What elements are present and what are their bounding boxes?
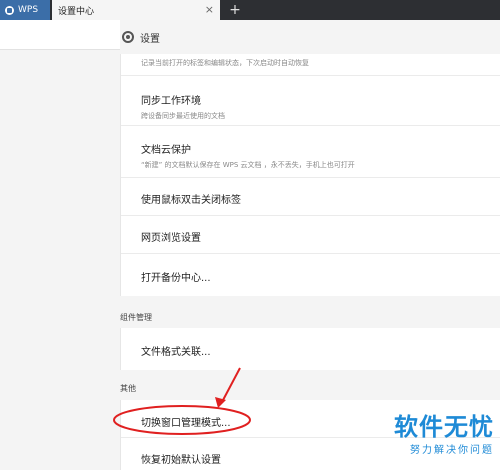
watermark-main: 软件无忧 <box>394 413 494 441</box>
settings-header: 设置 <box>120 20 500 54</box>
tab-settings-label: 设置中心 <box>58 6 95 17</box>
setting-dblclick-title: 使用鼠标双击关闭标签 <box>141 195 241 206</box>
setting-cloud-title: 文档云保护 <box>141 145 191 156</box>
setting-cloud-protect[interactable]: 文档云保护 “新建” 的文档默认保存在 WPS 云文档 ，永不丢失，手机上也可打… <box>121 126 500 178</box>
setting-dblclick-close[interactable]: 使用鼠标双击关闭标签 <box>121 178 500 216</box>
watermark-sub: 努力解决你问题 <box>410 445 494 456</box>
setting-backup-title: 打开备份中心... <box>141 273 211 284</box>
add-tab-button[interactable]: + <box>228 0 242 20</box>
setting-cloud-desc: “新建” 的文档默认保存在 WPS 云文档 ，永不丢失，手机上也可打开 <box>141 161 355 169</box>
setting-file-assoc-title: 文件格式关联... <box>141 347 211 358</box>
setting-backup-center[interactable]: 打开备份中心... <box>121 254 500 296</box>
section-other-label: 其他 <box>120 384 136 393</box>
annotation-arrow-line <box>221 367 241 403</box>
components-card: 文件格式关联... <box>120 328 500 370</box>
wps-logo-icon <box>5 5 14 15</box>
tab-settings-center[interactable]: 设置中心 × <box>52 0 220 20</box>
close-icon[interactable]: × <box>205 3 214 17</box>
watermark: 软件无忧 努力解决你问题 <box>366 413 494 456</box>
setting-sync-workspace[interactable]: 同步工作环境 跨设备同步最近使用的文档 <box>121 76 500 126</box>
left-panel <box>0 20 120 50</box>
setting-restore-tabs[interactable]: 记录当前打开的标签和编辑状态，下次启动时自动恢复 <box>121 54 500 76</box>
page-title: 设置 <box>140 33 160 45</box>
gear-icon <box>122 31 134 43</box>
setting-browser[interactable]: 网页浏览设置 <box>121 216 500 254</box>
tab-bar: WPS 设置中心 × + <box>0 0 500 20</box>
setting-sync-desc: 跨设备同步最近使用的文档 <box>141 112 225 120</box>
general-settings-card: 记录当前打开的标签和编辑状态，下次启动时自动恢复 同步工作环境 跨设备同步最近使… <box>120 54 500 296</box>
tab-wps-label: WPS <box>18 5 39 15</box>
section-components-label: 组件管理 <box>120 313 152 322</box>
setting-restore-desc: 记录当前打开的标签和编辑状态，下次启动时自动恢复 <box>141 59 309 67</box>
setting-browser-title: 网页浏览设置 <box>141 233 201 244</box>
setting-sync-title: 同步工作环境 <box>141 96 201 107</box>
setting-file-association[interactable]: 文件格式关联... <box>121 328 500 370</box>
tab-wps[interactable]: WPS <box>0 0 50 20</box>
